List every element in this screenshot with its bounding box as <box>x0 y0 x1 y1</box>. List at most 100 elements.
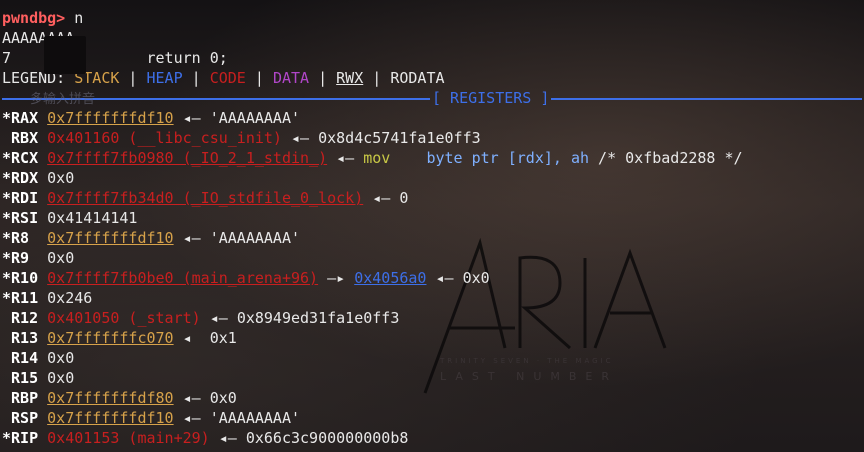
deref-arrow: ◂— <box>363 189 400 207</box>
register-name: RIP <box>11 429 39 447</box>
register-name: R13 <box>11 329 39 347</box>
register-value: 0x41414141 <box>47 209 138 227</box>
deref-arrow: ◂— <box>209 429 246 447</box>
register-pointer: 0x7fffffffdf80 <box>47 389 174 407</box>
gdb-prompt: pwndbg> <box>2 9 66 27</box>
deref-arrow: ◂— <box>426 269 463 287</box>
register-name: R10 <box>11 269 39 287</box>
register-row-r11: *R11 0x246 <box>2 288 862 308</box>
source-code: return 0; <box>146 49 228 67</box>
register-list: *RAX 0x7fffffffdf10 ◂— 'AAAAAAAA' RBX 0x… <box>2 108 862 448</box>
register-row-r13: R13 0x7fffffffc070 ◂ 0x1 <box>2 328 862 348</box>
register-name: RBP <box>11 389 39 407</box>
deref-arrow: ◂— <box>173 229 210 247</box>
terminal-output[interactable]: pwndbg> n AAAAAAAA 7 return 0; LEGEND: S… <box>2 8 862 448</box>
deref-value: 'AAAAAAAA' <box>209 229 301 247</box>
legend-code: CODE <box>209 69 246 87</box>
register-modified-mark: * <box>2 229 12 247</box>
registers-separator: [ REGISTERS ] <box>2 88 862 108</box>
register-modified-mark: * <box>2 169 12 187</box>
deref-value: 0x1 <box>209 329 237 347</box>
register-pointer: 0x7ffff7fb34d0 (_IO_stdfile_0_lock) <box>47 189 364 207</box>
deref-arrow: ◂— <box>281 129 319 147</box>
deref-arrow: ◂— <box>173 109 210 127</box>
register-pointer: 0x401050 (_start) <box>47 309 201 327</box>
register-row-r8: *R8 0x7fffffffdf10 ◂— 'AAAAAAAA' <box>2 228 862 248</box>
register-pointer: 0x7fffffffdf10 <box>47 409 174 427</box>
register-row-r15: R15 0x0 <box>2 368 862 388</box>
register-name: R8 <box>11 229 30 247</box>
deref-arrow: —▸ <box>318 269 355 287</box>
register-name: R9 <box>11 249 30 267</box>
deref-value: 0 <box>399 189 409 207</box>
register-row-rdi: *RDI 0x7ffff7fb34d0 (_IO_stdfile_0_lock)… <box>2 188 862 208</box>
register-modified-mark <box>2 309 11 327</box>
typed-command: n <box>74 9 84 27</box>
deref-value: byte ptr [rdx], ah <box>426 149 590 167</box>
register-pointer: 0x401153 (main+29) <box>47 429 210 447</box>
register-pointer: 0x401160 (__libc_csu_init) <box>47 129 282 147</box>
register-name: RBX <box>11 129 39 147</box>
register-row-rip: *RIP 0x401153 (main+29) ◂— 0x66c3c900000… <box>2 428 862 448</box>
register-name: R12 <box>11 309 39 327</box>
deref-value: 0x0 <box>462 269 490 287</box>
register-row-rbx: RBX 0x401160 (__libc_csu_init) ◂— 0x8d4c… <box>2 128 862 148</box>
terminal-block-cursor <box>44 36 86 74</box>
legend-data: DATA <box>272 69 310 87</box>
register-modified-mark: * <box>2 289 12 307</box>
source-line-number: 7 <box>2 49 12 67</box>
legend-rwx: RWX <box>336 69 364 87</box>
register-modified-mark: * <box>2 269 12 287</box>
legend-heap: HEAP <box>146 69 183 87</box>
registers-section-title: [ REGISTERS ] <box>432 89 550 107</box>
deref-value: 0x8949ed31fa1e0ff3 <box>236 309 400 327</box>
register-name: RDI <box>11 189 39 207</box>
prompt-line: pwndbg> n <box>2 8 862 28</box>
register-pointer: 0x7ffff7fb0980 (_IO_2_1_stdin_) <box>47 149 328 167</box>
register-modified-mark: * <box>2 149 12 167</box>
legend-rodata: RODATA <box>390 69 445 87</box>
register-row-rdx: *RDX 0x0 <box>2 168 862 188</box>
deref-arrow: ◂— <box>173 389 210 407</box>
register-modified-mark <box>2 129 11 147</box>
register-row-rsi: *RSI 0x41414141 <box>2 208 862 228</box>
deref-arrow: ◂— <box>327 149 364 167</box>
deref-value: /* 0xfbad2288 */ <box>589 149 743 167</box>
register-modified-mark: * <box>2 249 12 267</box>
register-row-rbp: RBP 0x7fffffffdf80 ◂— 0x0 <box>2 388 862 408</box>
register-pointer: 0x7fffffffc070 <box>47 329 174 347</box>
deref-value: 'AAAAAAAA' <box>209 109 301 127</box>
register-value: 0x0 <box>47 349 75 367</box>
deref-value: 0x8d4c5741fa1e0ff3 <box>318 129 481 147</box>
register-pointer: 0x7ffff7fb0be0 (main_arena+96) <box>47 269 319 287</box>
deref-arrow: ◂— <box>173 409 210 427</box>
legend-line: LEGEND: STACK | HEAP | CODE | DATA | RWX… <box>2 69 445 87</box>
register-modified-mark: * <box>2 109 12 127</box>
deref-value: mov <box>363 149 391 167</box>
register-modified-mark <box>2 369 11 387</box>
register-row-r14: R14 0x0 <box>2 348 862 368</box>
register-modified-mark <box>2 329 11 347</box>
register-value: 0x0 <box>47 169 75 187</box>
register-name: RSI <box>11 209 39 227</box>
register-row-rcx: *RCX 0x7ffff7fb0980 (_IO_2_1_stdin_) ◂— … <box>2 148 862 168</box>
register-value: 0x0 <box>47 249 75 267</box>
register-name: R11 <box>11 289 39 307</box>
register-value: 0x0 <box>47 369 75 387</box>
deref-value: 0x0 <box>209 389 237 407</box>
register-modified-mark: * <box>2 189 12 207</box>
register-value: 0x246 <box>47 289 93 307</box>
source-line: 7 return 0; <box>2 48 862 68</box>
register-modified-mark: * <box>2 209 12 227</box>
register-modified-mark <box>2 409 11 427</box>
register-row-rsp: RSP 0x7fffffffdf10 ◂— 'AAAAAAAA' <box>2 408 862 428</box>
register-row-r10: *R10 0x7ffff7fb0be0 (main_arena+96) —▸ 0… <box>2 268 862 288</box>
register-row-r12: R12 0x401050 (_start) ◂— 0x8949ed31fa1e0… <box>2 308 862 328</box>
register-name: R15 <box>11 369 39 387</box>
register-name: R14 <box>11 349 39 367</box>
register-modified-mark <box>2 389 11 407</box>
register-modified-mark: * <box>2 429 12 447</box>
deref-value: 0x4056a0 <box>354 269 427 287</box>
register-name: RCX <box>11 149 39 167</box>
register-row-rax: *RAX 0x7fffffffdf10 ◂— 'AAAAAAAA' <box>2 108 862 128</box>
